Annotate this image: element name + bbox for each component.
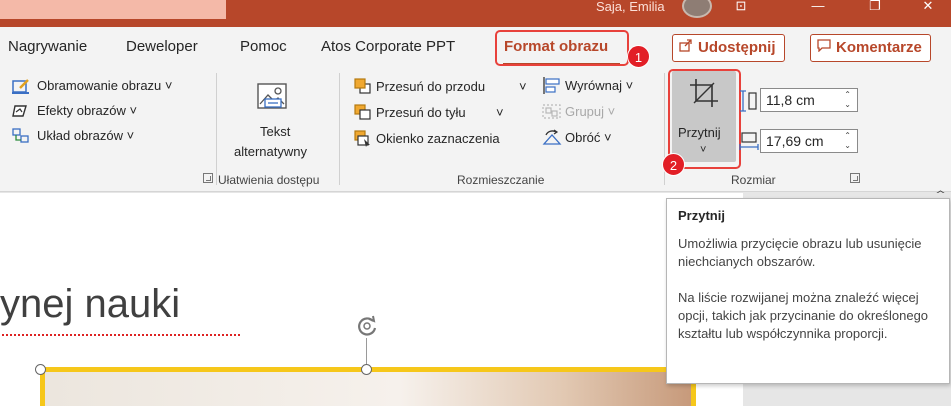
share-label: Udostępnij [698, 39, 776, 56]
comment-icon [817, 35, 831, 61]
avatar[interactable] [682, 0, 712, 18]
ribbon-tabs: Nagrywanie Deweloper Pomoc Atos Corporat… [0, 27, 951, 69]
rotate-handle-icon[interactable] [356, 315, 378, 337]
width-field[interactable]: 17,69 cm ⌃ ⌄ [760, 129, 858, 153]
callout-badge-2: 2 [662, 153, 685, 176]
ribbon: Obramowanie obrazu ˅ Efekty obrazów ˅ Uk… [0, 69, 951, 197]
minimize-button[interactable]: — [795, 0, 841, 18]
picture-layout-icon [12, 128, 29, 143]
rotate-icon [542, 129, 562, 145]
resize-handle-top-center[interactable] [361, 364, 372, 375]
picture-border-button[interactable]: Obramowanie obrazu ˅ [37, 78, 173, 94]
tooltip-title: Przytnij [678, 208, 725, 223]
rotate-button[interactable]: Obróć ˅ [565, 130, 612, 146]
close-button[interactable]: ✕ [905, 0, 951, 18]
tab-pomoc[interactable]: Pomoc [240, 37, 287, 57]
slide-canvas: ynej nauki [0, 193, 743, 406]
group-label-size: Rozmiar [731, 173, 776, 187]
comments-label: Komentarze [836, 39, 922, 56]
tooltip-more-info: Na liście rozwijanej można znaleźć więce… [678, 290, 929, 341]
picture-effects-button[interactable]: Efekty obrazów ˅ [37, 103, 137, 119]
comments-button[interactable]: Komentarze [810, 34, 931, 62]
width-icon [738, 131, 760, 158]
send-backward-icon [354, 104, 371, 120]
callout-highlight-tab [495, 30, 629, 66]
crop-tooltip: Przytnij Umożliwia przycięcie obrazu lub… [666, 198, 950, 384]
picture-styles-dialog-launcher[interactable] [203, 173, 213, 183]
height-spinner[interactable]: ⌃ ⌄ [844, 90, 851, 110]
quick-access-area [0, 0, 226, 19]
share-icon [679, 35, 693, 61]
bring-forward-dropdown[interactable]: ˅ [519, 79, 527, 95]
ribbon-display-options-button[interactable]: ⊡ [718, 0, 764, 18]
bring-forward-icon [354, 78, 371, 94]
tab-nagrywanie[interactable]: Nagrywanie [8, 37, 87, 57]
spellcheck-underline [2, 333, 240, 336]
bring-forward-button[interactable]: Przesuń do przodu [376, 79, 485, 95]
callout-badge-1: 1 [627, 45, 650, 68]
group-separator [339, 73, 340, 185]
alt-text-label-line2[interactable]: alternatywny [234, 144, 307, 160]
tab-deweloper[interactable]: Deweloper [126, 37, 198, 57]
height-value: 11,8 cm [766, 92, 815, 108]
height-icon [738, 89, 758, 118]
group-label-arrange: Rozmieszczanie [457, 173, 545, 187]
width-value: 17,69 cm [766, 133, 824, 149]
width-spinner[interactable]: ⌃ ⌄ [844, 131, 851, 151]
group-separator [216, 73, 217, 185]
selection-pane-icon [354, 130, 371, 147]
share-button[interactable]: Udostępnij [672, 34, 785, 62]
size-dialog-launcher[interactable] [850, 173, 860, 183]
slide-title-text[interactable]: ynej nauki [0, 280, 180, 328]
send-backward-button[interactable]: Przesuń do tyłu [376, 105, 466, 121]
picture-effects-icon [12, 103, 29, 118]
picture-border-icon [12, 78, 29, 94]
send-backward-dropdown[interactable]: ˅ [496, 105, 504, 121]
picture-layout-button[interactable]: Układ obrazów ˅ [37, 128, 134, 144]
restore-button[interactable]: ❐ [852, 0, 898, 18]
group-button[interactable]: Grupuj ˅ [565, 104, 615, 120]
alt-text-label-line1[interactable]: Tekst [260, 124, 290, 140]
align-icon [542, 77, 560, 94]
alt-text-icon [256, 82, 290, 117]
tooltip-description: Umożliwia przycięcie obrazu lub usunięci… [678, 236, 922, 269]
height-field[interactable]: 11,8 cm ⌃ ⌄ [760, 88, 858, 112]
user-name[interactable]: Saja, Emilia [596, 0, 665, 14]
selection-pane-button[interactable]: Okienko zaznaczenia [376, 131, 500, 147]
resize-handle-top-left[interactable] [35, 364, 46, 375]
tab-atos-corporate-ppt[interactable]: Atos Corporate PPT [321, 37, 455, 57]
group-icon [542, 103, 561, 119]
group-label-accessibility: Ułatwienia dostępu [218, 173, 320, 187]
align-button[interactable]: Wyrównaj ˅ [565, 78, 633, 94]
title-bar: Saja, Emilia ⊡ — ❐ ✕ [0, 0, 951, 27]
